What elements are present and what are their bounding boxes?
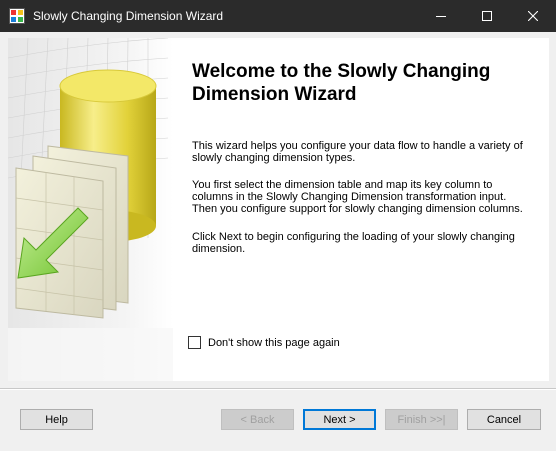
intro-paragraph: This wizard helps you configure your dat… <box>192 140 523 164</box>
minimize-icon <box>436 16 446 17</box>
page-title: Welcome to the Slowly Changing Dimension… <box>192 61 491 105</box>
maximize-icon <box>482 11 492 21</box>
steps-paragraph: You first select the dimension table and… <box>192 179 523 215</box>
minimize-button[interactable] <box>418 0 464 32</box>
close-icon <box>528 11 538 21</box>
finish-button[interactable]: Finish >>| <box>385 409 458 430</box>
cancel-button[interactable]: Cancel <box>467 409 541 430</box>
client-area: Welcome to the Slowly Changing Dimension… <box>0 32 556 451</box>
dont-show-again-checkbox[interactable] <box>188 336 201 349</box>
title-bar[interactable]: Slowly Changing Dimension Wizard <box>0 0 556 32</box>
dimension-cylinder-illustration <box>8 38 173 381</box>
maximize-button[interactable] <box>464 0 510 32</box>
welcome-panel: Welcome to the Slowly Changing Dimension… <box>8 38 549 381</box>
wizard-window: Slowly Changing Dimension Wizard Welcome… <box>0 0 556 451</box>
next-hint-paragraph: Click Next to begin configuring the load… <box>192 231 515 255</box>
button-bar-divider <box>0 388 556 390</box>
dont-show-again-label[interactable]: Don't show this page again <box>208 337 340 349</box>
next-button[interactable]: Next > <box>303 409 376 430</box>
help-button[interactable]: Help <box>20 409 93 430</box>
wizard-app-icon <box>9 8 25 24</box>
window-title: Slowly Changing Dimension Wizard <box>33 9 224 23</box>
close-button[interactable] <box>510 0 556 32</box>
dont-show-again-option[interactable]: Don't show this page again <box>188 336 340 349</box>
back-button[interactable]: < Back <box>221 409 294 430</box>
